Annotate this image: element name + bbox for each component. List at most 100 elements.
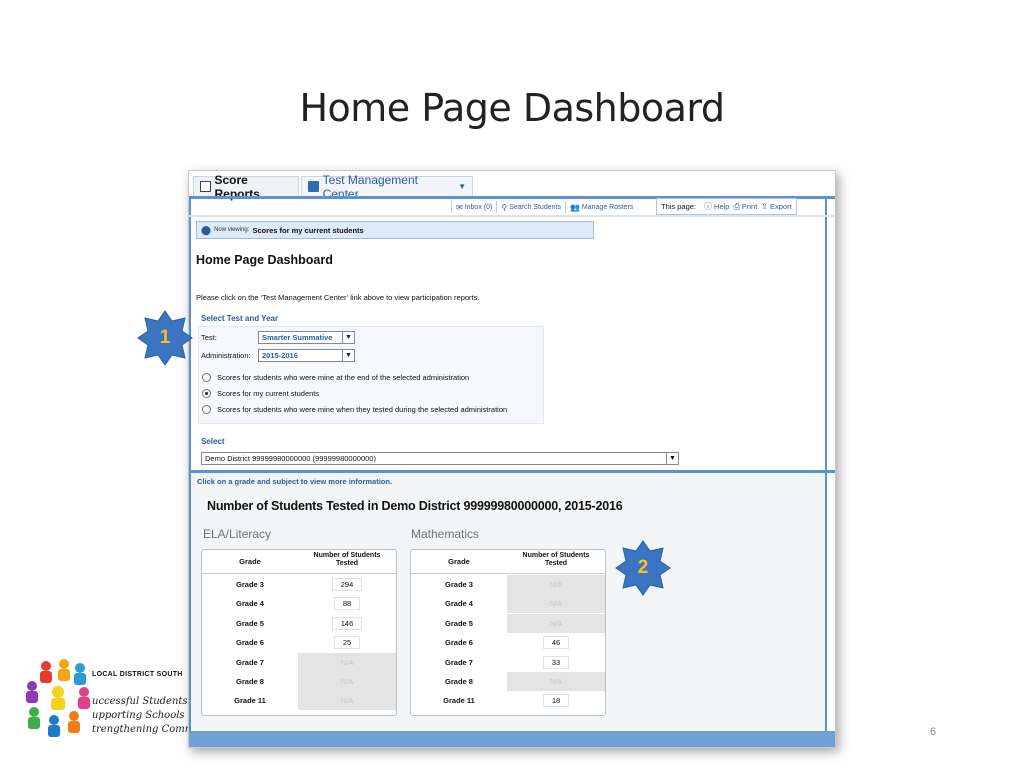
students-tested-cell: N/A <box>507 613 605 633</box>
help-label: Help <box>714 202 730 211</box>
grade-cell: Grade 6 <box>236 638 264 648</box>
radio-button[interactable] <box>202 405 211 414</box>
help-button[interactable]: ⓘ Help <box>704 201 729 212</box>
students-tested-value: 46 <box>542 636 570 650</box>
app-header: Score Reports Test Management Center ▼ <box>189 171 835 201</box>
table-header: Grade Number of Students Tested <box>411 550 605 574</box>
administration-select[interactable]: 2015-2016 ▼ <box>258 349 355 362</box>
students-tested-value: 18 <box>542 694 570 708</box>
inbox-icon: ✉ <box>456 202 463 212</box>
table-row[interactable]: Grade 7 33 <box>411 653 605 672</box>
slide-title: Home Page Dashboard <box>299 86 725 130</box>
col-number-header-line2: Tested <box>335 560 359 567</box>
col-number-header: Number of Students Tested <box>507 552 605 568</box>
radio-label: Scores for students who were mine at the… <box>217 373 470 382</box>
table-row[interactable]: Grade 8 N/A <box>411 672 605 691</box>
students-tested-cell: N/A <box>507 594 605 614</box>
test-select[interactable]: Smarter Summative ▼ <box>258 331 355 344</box>
radio-end-of-administration[interactable]: Scores for students who were mine at the… <box>202 373 469 382</box>
students-tested-value: 25 <box>333 636 361 650</box>
radio-when-tested[interactable]: Scores for students who were mine when t… <box>202 405 507 414</box>
export-button[interactable]: ⇪ Export <box>761 202 791 211</box>
col-number-header-line1: Number of Students <box>522 552 590 559</box>
table-row[interactable]: Grade 7 N/A <box>202 652 396 672</box>
tab-test-management-center[interactable]: Test Management Center ▼ <box>301 173 473 201</box>
logo-tagline-2: upporting Schools & <box>92 710 188 721</box>
grade-cell: Grade 7 <box>236 657 264 667</box>
table-row[interactable]: Grade 3 N/A <box>411 575 605 594</box>
tab-score-reports[interactable]: Score Reports <box>193 173 299 201</box>
grade-cell: Grade 5 <box>445 618 473 628</box>
students-tested-cell[interactable]: 146 <box>298 614 396 633</box>
district-select[interactable]: Demo District 99999980000000 (9999998000… <box>201 452 679 465</box>
callout-badge-1: 1 <box>136 309 194 367</box>
footer-bar <box>189 731 835 747</box>
table-row[interactable]: Grade 6 46 <box>411 633 605 652</box>
radio-button[interactable] <box>202 373 211 382</box>
click-hint: Click on a grade and subject to view mor… <box>197 477 393 486</box>
export-icon: ⇪ <box>761 202 768 211</box>
col-number-header-line2: Tested <box>544 560 568 567</box>
table-row[interactable]: Grade 5 146 <box>202 614 396 633</box>
now-viewing-banner: ⬤ Now viewing: Scores for my current stu… <box>196 221 594 239</box>
students-tested-cell[interactable]: 88 <box>298 594 396 613</box>
test-select-value: Smarter Summative <box>262 333 333 342</box>
students-tested-value: N/A <box>549 677 563 686</box>
search-icon: ⚲ <box>501 202 508 212</box>
now-viewing-value: Scores for my current students <box>252 225 364 235</box>
students-tested-cell: N/A <box>298 691 396 711</box>
table-row[interactable]: Grade 5 N/A <box>411 613 605 633</box>
students-tested-value: N/A <box>340 696 354 706</box>
frame-right-border <box>825 199 827 747</box>
manage-rosters-button[interactable]: 👥 Manage Rosters <box>564 201 637 213</box>
subject-math-heading: Mathematics <box>411 527 480 541</box>
grade-cell: Grade 11 <box>234 696 266 706</box>
students-tested-value: N/A <box>340 677 354 686</box>
administration-label: Administration: <box>201 351 251 360</box>
report-icon <box>200 181 211 192</box>
now-viewing-prefix: Now viewing: <box>214 227 250 233</box>
callout-number: 2 <box>637 557 649 578</box>
test-label: Test: <box>201 333 217 342</box>
students-tested-cell: N/A <box>507 672 605 691</box>
students-tested-value: 88 <box>333 597 361 611</box>
radio-button-selected[interactable] <box>202 389 211 398</box>
logo-tagline-3: trengthening Commu <box>92 724 188 735</box>
table-row[interactable]: Grade 6 25 <box>202 633 396 652</box>
toolbar: ✉ Inbox (0) ⚲ Search Students 👥 Manage Rost… <box>451 200 637 214</box>
students-tested-cell: N/A <box>298 652 396 672</box>
subject-ela-heading: ELA/Literacy <box>203 527 272 541</box>
table-row[interactable]: Grade 11 18 <box>411 691 605 710</box>
table-row[interactable]: Grade 8 N/A <box>202 672 396 691</box>
grade-cell: Grade 8 <box>236 677 264 686</box>
students-tested-cell[interactable]: 33 <box>507 653 605 672</box>
table-row[interactable]: Grade 11 N/A <box>202 691 396 711</box>
select-heading: Select <box>201 437 225 446</box>
table-row[interactable]: Grade 3 294 <box>202 575 396 594</box>
grade-cell: Grade 3 <box>445 580 473 589</box>
students-tested-cell: N/A <box>507 575 605 594</box>
table-row[interactable]: Grade 4 N/A <box>411 594 605 614</box>
col-grade-header: Grade <box>448 557 470 566</box>
this-page-label: This page: <box>661 202 697 211</box>
location-pin-icon: ⬤ <box>201 224 212 235</box>
students-tested-value: N/A <box>549 618 563 628</box>
search-students-button[interactable]: ⚲ Search Students <box>496 201 565 213</box>
inbox-button[interactable]: ✉ Inbox (0) <box>451 201 496 213</box>
students-tested-cell[interactable]: 25 <box>298 633 396 652</box>
page-number: 6 <box>930 726 937 738</box>
manage-rosters-label: Manage Rosters <box>581 203 634 211</box>
students-tested-cell[interactable]: 294 <box>298 575 396 594</box>
grade-cell: Grade 5 <box>236 618 264 628</box>
ela-results-table: Grade Number of Students Tested Grade 3 2… <box>201 549 397 716</box>
print-button[interactable]: ⎙ Print <box>733 202 757 212</box>
radio-current-students[interactable]: Scores for my current students <box>202 389 319 398</box>
students-tested-cell[interactable]: 46 <box>507 633 605 652</box>
math-results-table: Grade Number of Students Tested Grade 3 N… <box>410 549 606 716</box>
students-tested-cell[interactable]: 18 <box>507 691 605 710</box>
table-row[interactable]: Grade 4 88 <box>202 594 396 613</box>
callout-number: 1 <box>159 327 171 348</box>
table-header: Grade Number of Students Tested <box>202 550 396 574</box>
col-number-header-line1: Number of Students <box>313 552 381 559</box>
chevron-down-icon: ▼ <box>342 350 354 361</box>
